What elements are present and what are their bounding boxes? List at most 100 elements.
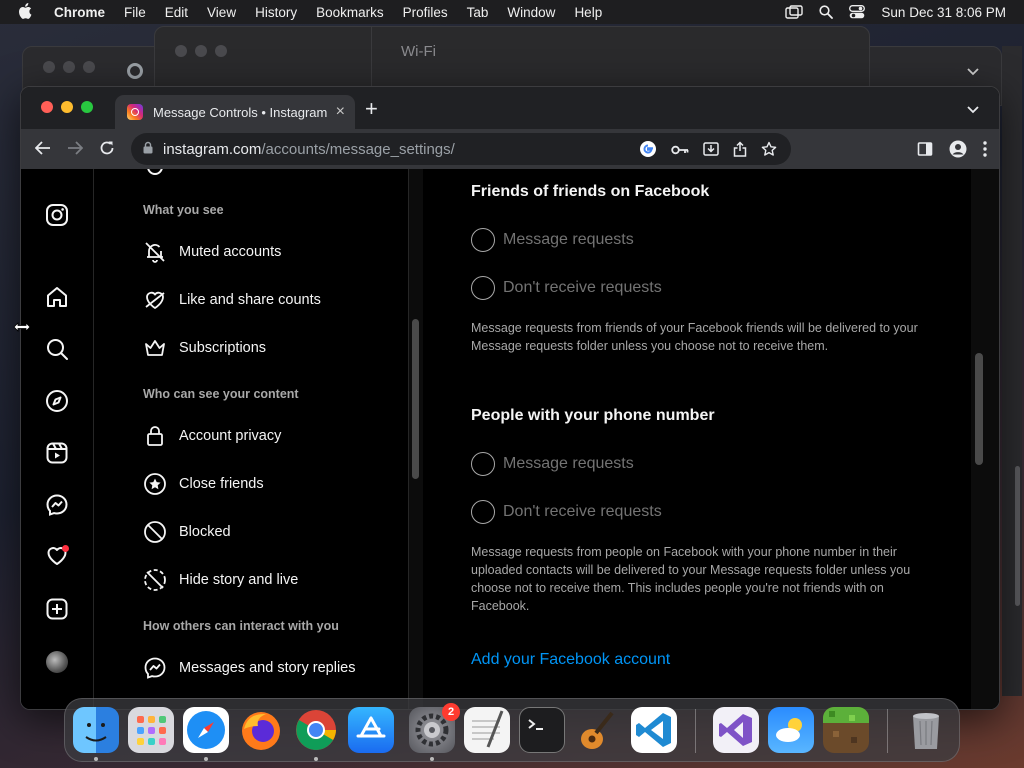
radio-button[interactable]	[471, 276, 495, 300]
textedit-icon[interactable]	[464, 707, 510, 753]
group-description-friends-of-friends: Message requests from friends of your Fa…	[471, 321, 918, 353]
notification-dot	[62, 545, 69, 552]
running-indicator	[204, 757, 208, 761]
heart-off-icon	[143, 288, 167, 312]
settings-item-label: Hide story and live	[179, 572, 299, 588]
add-facebook-account-link[interactable]: Add your Facebook account	[471, 651, 670, 669]
firefox-icon[interactable]	[238, 707, 284, 753]
instagram-nav-rail	[21, 169, 94, 709]
settings-window-controls[interactable]	[175, 45, 227, 57]
menu-help[interactable]: Help	[574, 5, 602, 20]
settings-item-label: Blocked	[179, 524, 231, 540]
radio-button[interactable]	[471, 452, 495, 476]
control-center-icon[interactable]	[849, 5, 866, 19]
tab-close-icon[interactable]: ×	[336, 103, 345, 121]
weather-icon[interactable]	[768, 707, 814, 753]
instagram-logo-icon[interactable]	[45, 203, 69, 227]
screen-mirroring-icon[interactable]	[785, 5, 804, 19]
settings-item-close-friends[interactable]: Close friends	[143, 470, 264, 498]
radio-option-message-requests-1[interactable]: Message requests	[471, 228, 634, 252]
forward-arrow-icon[interactable]	[67, 140, 84, 161]
settings-item-messages-story-replies[interactable]: Messages and story replies	[143, 654, 356, 682]
search-icon[interactable]	[45, 337, 69, 361]
running-indicator	[94, 757, 98, 761]
apple-menu-icon[interactable]	[18, 2, 36, 22]
settings-item-like-share-counts[interactable]: Like and share counts	[143, 286, 321, 314]
crown-icon	[143, 336, 167, 360]
settings-item-blocked[interactable]: Blocked	[143, 518, 231, 546]
password-key-icon[interactable]	[671, 143, 689, 160]
menu-file[interactable]: File	[124, 5, 146, 20]
back-arrow-icon[interactable]	[34, 140, 51, 161]
side-panel-icon[interactable]	[917, 141, 933, 162]
launchpad-icon[interactable]	[128, 707, 174, 753]
radio-option-dont-receive-1[interactable]: Don't receive requests	[471, 276, 662, 300]
chrome-menu-icon[interactable]	[983, 141, 987, 162]
radio-button[interactable]	[471, 500, 495, 524]
explore-compass-icon[interactable]	[45, 389, 69, 413]
settings-item-label: Messages and story replies	[179, 660, 356, 676]
google-lens-icon[interactable]	[639, 140, 657, 162]
sidebar-scrollbar-thumb[interactable]	[412, 319, 419, 479]
messenger-icon	[143, 656, 167, 680]
reels-icon[interactable]	[45, 441, 69, 465]
notification-badge: 2	[442, 703, 460, 721]
radio-option-message-requests-2[interactable]: Message requests	[471, 452, 634, 476]
radio-option-dont-receive-2[interactable]: Don't receive requests	[471, 500, 662, 524]
resize-cursor-icon	[13, 320, 31, 338]
home-icon[interactable]	[45, 285, 69, 309]
settings-item-label: Subscriptions	[179, 340, 267, 356]
tab-menu-icon[interactable]	[967, 63, 979, 81]
site-info-lock-icon[interactable]	[143, 141, 153, 158]
menu-bookmarks[interactable]: Bookmarks	[316, 5, 384, 20]
garageband-icon[interactable]	[574, 707, 620, 753]
terminal-icon[interactable]	[519, 707, 565, 753]
settings-item-account-privacy[interactable]: Account privacy	[143, 422, 281, 450]
page-scrollbar-thumb[interactable]	[975, 353, 983, 465]
chrome-icon[interactable]	[293, 707, 339, 753]
share-icon[interactable]	[733, 141, 747, 161]
menu-history[interactable]: History	[255, 5, 297, 20]
radio-label: Don't receive requests	[503, 279, 662, 296]
profile-avatar-icon[interactable]	[949, 140, 967, 163]
new-tab-button[interactable]: +	[365, 98, 378, 120]
menu-edit[interactable]: Edit	[165, 5, 188, 20]
reload-icon[interactable]	[99, 140, 115, 161]
install-app-icon[interactable]	[703, 141, 719, 161]
safari-icon[interactable]	[183, 707, 229, 753]
settings-item-hide-story[interactable]: Hide story and live	[143, 566, 298, 594]
minecraft-icon[interactable]	[823, 707, 869, 753]
zoom-window-button[interactable]	[81, 101, 93, 113]
settings-item-label: Account privacy	[179, 428, 282, 444]
app-store-icon[interactable]	[348, 707, 394, 753]
spotlight-search-icon[interactable]	[819, 5, 834, 19]
radio-button[interactable]	[471, 228, 495, 252]
create-plus-icon[interactable]	[45, 597, 69, 621]
settings-item-label: Like and share counts	[179, 292, 321, 308]
tab-strip: Message Controls • Instagram × +	[21, 87, 999, 129]
vscode-icon[interactable]	[631, 707, 677, 753]
close-window-button[interactable]	[41, 101, 53, 113]
menubar-clock[interactable]: Sun Dec 31 8:06 PM	[881, 5, 1006, 20]
tab-title: Message Controls • Instagram	[153, 104, 328, 120]
background-window-controls[interactable]	[43, 61, 95, 73]
messenger-icon[interactable]	[45, 493, 69, 517]
visual-studio-icon[interactable]	[713, 707, 759, 753]
address-bar[interactable]: instagram.com /accounts/message_settings…	[131, 133, 791, 165]
menu-tab[interactable]: Tab	[467, 5, 489, 20]
settings-item-subscriptions[interactable]: Subscriptions	[143, 334, 266, 362]
menu-window[interactable]: Window	[507, 5, 555, 20]
bookmark-star-icon[interactable]	[761, 141, 777, 161]
menu-view[interactable]: View	[207, 5, 236, 20]
tab-search-chevron-icon[interactable]	[967, 101, 979, 119]
group-description-phone-number: Message requests from people on Facebook…	[471, 545, 911, 613]
tab-instagram[interactable]: Message Controls • Instagram ×	[115, 95, 355, 129]
minimize-window-button[interactable]	[61, 101, 73, 113]
background-scrollbar[interactable]	[1015, 466, 1020, 606]
profile-avatar[interactable]	[46, 651, 68, 673]
menu-profiles[interactable]: Profiles	[403, 5, 448, 20]
menu-app-name[interactable]: Chrome	[54, 5, 105, 20]
finder-icon[interactable]	[73, 707, 119, 753]
trash-icon[interactable]	[903, 707, 949, 753]
settings-item-muted-accounts[interactable]: Muted accounts	[143, 238, 281, 266]
